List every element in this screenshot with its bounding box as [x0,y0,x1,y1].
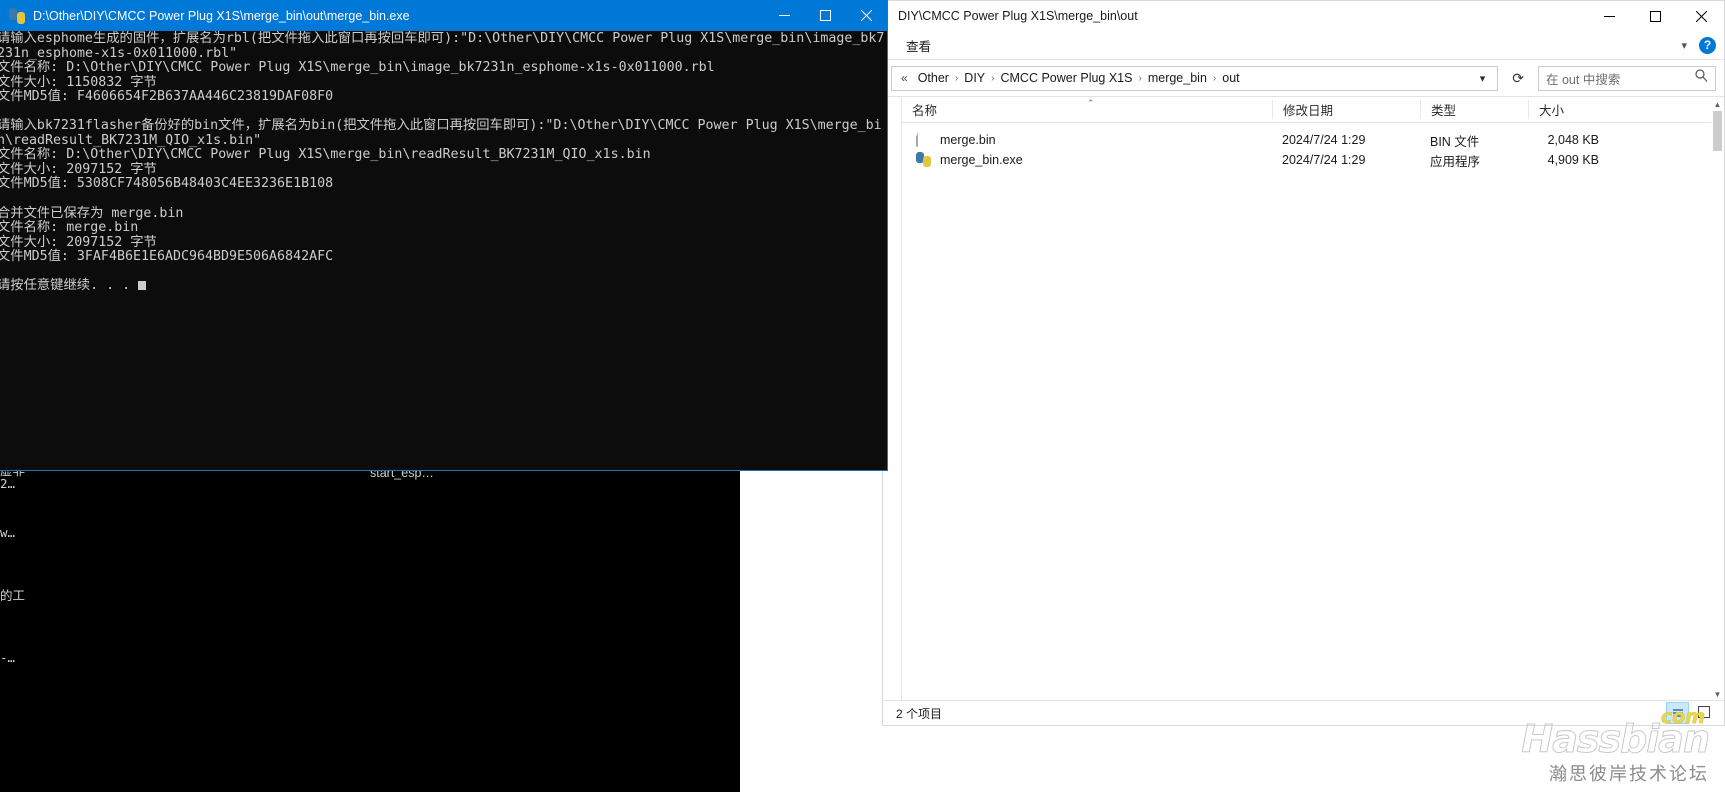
scrollbar-thumb[interactable] [1713,111,1722,151]
background-fragment: -… [0,650,16,665]
breadcrumb[interactable]: « Other › DIY › CMCC Power Plug X1S › me… [891,65,1499,91]
ribbon-right-controls: ▾ ? [1681,31,1716,59]
column-headers: ⌃ 名称 修改日期 类型 大小 [902,97,1724,123]
file-size-cell: 4,909 KB [1547,153,1599,167]
tab-view[interactable]: 查看 [900,33,937,58]
table-row[interactable]: merge_bin.exe 2024/7/24 1:29 应用程序 4,909 … [902,150,1724,170]
console-body[interactable]: 请输入esphome生成的固件，扩展名为rbl(把文件拖入此窗口再按回车即可):… [0,31,887,470]
column-header-date[interactable]: 修改日期 [1272,100,1420,119]
explorer-window-controls [1586,1,1724,31]
status-bar: 2 个项目 [883,700,1724,725]
close-icon [861,10,872,21]
background-fragment: 的工 [0,588,26,603]
explorer-address-bar: « Other › DIY › CMCC Power Plug X1S › me… [883,60,1724,96]
maximize-icon [1649,10,1661,22]
column-header-size-label: 大小 [1539,104,1565,118]
search-icon[interactable] [1695,69,1708,87]
console-titlebar[interactable]: D:\Other\DIY\CMCC Power Plug X1S\merge_b… [0,0,887,31]
explorer-close-button[interactable] [1678,1,1724,31]
breadcrumb-item-mergebin[interactable]: merge_bin [1143,69,1212,87]
column-header-type[interactable]: 类型 [1420,100,1528,119]
console-title: D:\Other\DIY\CMCC Power Plug X1S\merge_b… [33,8,410,23]
column-header-name[interactable]: ⌃ 名称 [902,98,1272,119]
console-output-text: 请输入esphome生成的固件，扩展名为rbl(把文件拖入此窗口再按回车即可):… [0,31,885,294]
chevron-down-icon[interactable]: ▾ [1681,39,1687,52]
breadcrumb-item-other[interactable]: Other [913,69,954,87]
file-name-cell[interactable]: merge.bin [902,131,1272,148]
background-fragment: w… [0,525,16,540]
watermark: Hassbian com 瀚思彼岸技术论坛 [1521,706,1711,786]
file-explorer-window: DIY\CMCC Power Plug X1S\merge_bin\out 查看… [882,0,1725,726]
search-placeholder: 在 out 中搜索 [1546,72,1621,87]
details-view-icon[interactable] [1666,702,1689,724]
console-maximize-button[interactable] [805,0,846,31]
view-mode-buttons [1666,702,1714,724]
vertical-scrollbar[interactable]: ▲ ▼ [1711,97,1724,702]
column-header-type-label: 类型 [1431,104,1457,118]
explorer-maximize-button[interactable] [1632,1,1678,31]
file-date-cell: 2024/7/24 1:29 [1282,153,1366,167]
minimize-icon [1603,15,1615,17]
list-top-spacer [902,123,1724,130]
console-window-controls [764,0,887,31]
table-row[interactable]: merge.bin 2024/7/24 1:29 BIN 文件 2,048 KB [902,130,1724,150]
help-icon[interactable]: ? [1699,36,1716,54]
breadcrumb-item-out[interactable]: out [1217,69,1244,87]
minimize-icon [779,15,790,16]
python-app-icon [916,152,932,168]
scroll-up-icon[interactable]: ▲ [1711,100,1724,109]
explorer-minimize-button[interactable] [1586,1,1632,31]
chevron-double-left-icon[interactable]: « [896,71,913,85]
console-cursor [138,281,147,291]
file-type-cell: 应用程序 [1430,154,1481,169]
background-fragment: 2… [0,476,16,491]
file-list[interactable]: ⌃ 名称 修改日期 类型 大小 merge.bin 2024/7/24 1:29… [902,97,1724,702]
explorer-titlebar[interactable]: DIY\CMCC Power Plug X1S\merge_bin\out [883,1,1724,31]
column-header-name-label: 名称 [912,104,938,118]
close-icon [1695,10,1707,22]
item-count-label: 2 个项目 [896,706,943,721]
console-output: 请输入esphome生成的固件，扩展名为rbl(把文件拖入此窗口再按回车即可):… [0,31,885,294]
explorer-title: DIY\CMCC Power Plug X1S\merge_bin\out [898,9,1138,23]
column-header-size[interactable]: 大小 [1528,100,1613,119]
console-window: D:\Other\DIY\CMCC Power Plug X1S\merge_b… [0,0,887,470]
column-header-date-label: 修改日期 [1283,104,1334,118]
sort-ascending-icon: ⌃ [1087,98,1095,108]
breadcrumb-item-diy[interactable]: DIY [959,69,990,87]
explorer-ribbon: 查看 ▾ ? [883,31,1724,60]
console-minimize-button[interactable] [764,0,805,31]
screen: 虚非 2… start_esp… w… 的工 -… DIY\CMCC Power… [0,0,1725,792]
file-date-cell: 2024/7/24 1:29 [1282,133,1366,147]
python-icon [9,7,25,24]
file-name-label: merge.bin [940,133,996,147]
tiles-view-icon[interactable] [1693,702,1714,722]
file-type-cell: BIN 文件 [1430,134,1480,149]
explorer-content: ⌃ 名称 修改日期 类型 大小 merge.bin 2024/7/24 1:29… [883,96,1724,702]
chevron-down-icon[interactable]: ▾ [1472,72,1494,85]
file-size-cell: 2,048 KB [1547,133,1599,147]
console-close-button[interactable] [846,0,887,31]
file-name-cell[interactable]: merge_bin.exe [902,152,1272,168]
file-name-label: merge_bin.exe [940,153,1023,167]
search-input[interactable]: 在 out 中搜索 [1538,65,1716,91]
breadcrumb-item-cmcc[interactable]: CMCC Power Plug X1S [995,69,1137,87]
refresh-icon[interactable]: ⟳ [1504,70,1532,87]
watermark-subtitle: 瀚思彼岸技术论坛 [1549,764,1709,784]
bin-file-icon [916,131,932,148]
scroll-down-icon[interactable]: ▼ [1711,690,1724,699]
maximize-icon [820,10,831,21]
